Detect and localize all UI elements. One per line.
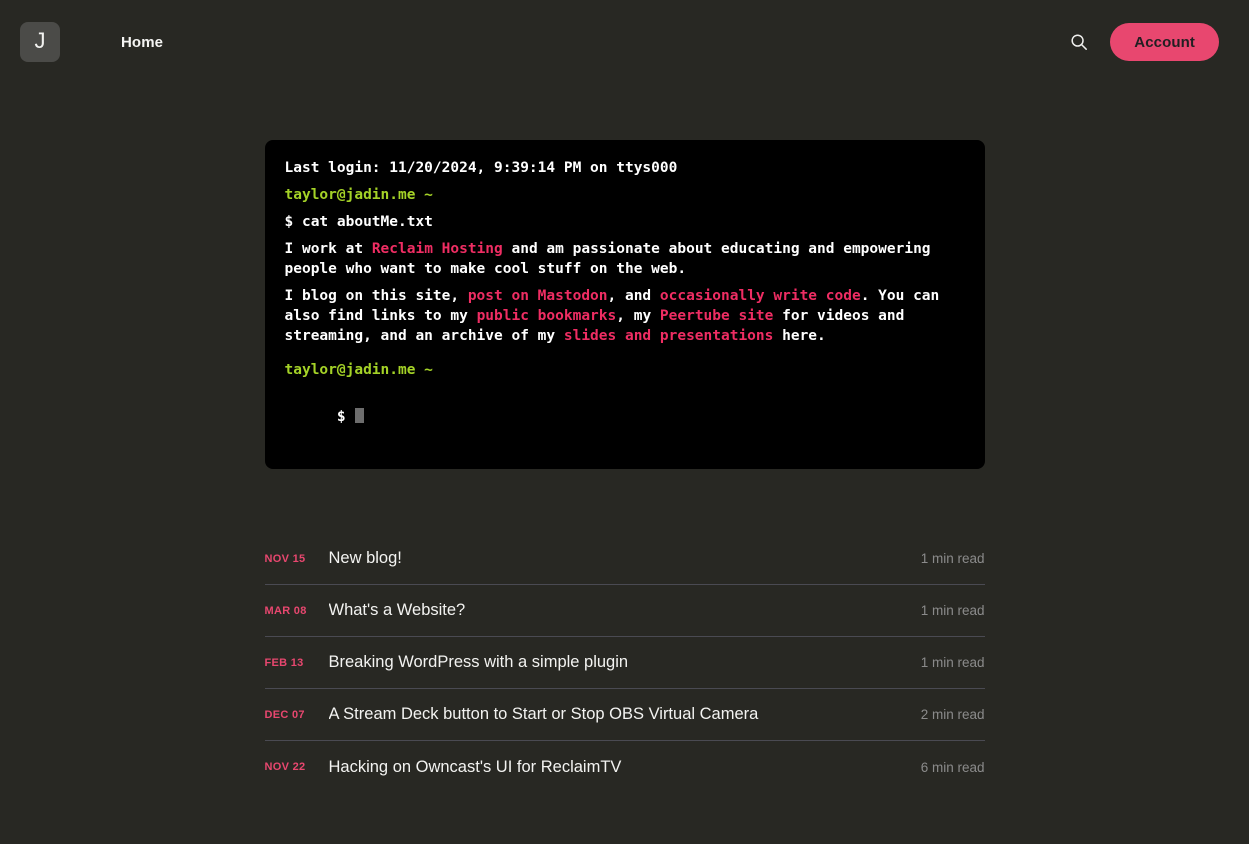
site-header: J Home Account — [0, 0, 1249, 84]
about-text-1: I work at — [284, 241, 372, 257]
post-date: MAR 08 — [264, 604, 307, 617]
terminal-cursor — [354, 408, 364, 423]
post-list-item[interactable]: MAR 08 What's a Website? 1 min read — [264, 585, 985, 637]
post-title: A Stream Deck button to Start or Stop OB… — [328, 705, 759, 723]
post-title: Breaking WordPress with a simple plugin — [328, 653, 629, 671]
post-title: New blog! — [328, 549, 402, 567]
post-list-item[interactable]: NOV 15 New blog! 1 min read — [264, 533, 985, 585]
terminal-card: Last login: 11/20/2024, 9:39:14 PM on tt… — [264, 140, 985, 469]
post-read-time: 6 min read — [920, 759, 985, 775]
post-date: DEC 07 — [264, 708, 305, 721]
post-read-time: 1 min read — [920, 603, 985, 618]
terminal-prompt-host: taylor@jadin.me ~ — [284, 187, 433, 203]
links-text-6: here. — [773, 328, 826, 344]
links-text-1: I blog on this site, — [284, 288, 468, 304]
terminal-command: $ cat aboutMe.txt — [284, 214, 433, 230]
primary-navigation: Home — [121, 34, 163, 51]
post-title: What's a Website? — [328, 601, 466, 619]
links-text-4: , my — [616, 308, 660, 324]
post-list-item[interactable]: FEB 13 Breaking WordPress with a simple … — [264, 637, 985, 689]
post-date: NOV 22 — [264, 761, 306, 773]
search-icon — [1070, 33, 1088, 51]
link-slides-and-presentations[interactable]: slides and presentations — [564, 328, 774, 344]
post-title: Hacking on Owncast's UI for ReclaimTV — [328, 757, 622, 776]
link-write-code[interactable]: occasionally write code — [660, 288, 861, 304]
post-date: NOV 15 — [264, 552, 306, 565]
terminal-prompt-host-2: taylor@jadin.me ~ — [284, 362, 433, 378]
terminal-paragraph-links: I blog on this site, post on Mastodon, a… — [285, 286, 965, 346]
terminal-last-login: Last login: 11/20/2024, 9:39:14 PM on tt… — [284, 160, 678, 176]
post-read-time: 1 min read — [920, 655, 985, 670]
search-button[interactable] — [1066, 29, 1092, 55]
links-text-2: , and — [607, 288, 660, 304]
post-list: NOV 15 New blog! 1 min read MAR 08 What'… — [264, 533, 985, 793]
post-list-item[interactable]: DEC 07 A Stream Deck button to Start or … — [264, 689, 985, 741]
site-logo[interactable]: J — [20, 22, 60, 62]
terminal-input-line: $ — [285, 387, 965, 447]
j-logo-icon: J — [34, 28, 46, 53]
post-read-time: 2 min read — [920, 707, 985, 722]
link-public-bookmarks[interactable]: public bookmarks — [477, 308, 617, 324]
post-date: FEB 13 — [264, 656, 304, 669]
nav-item-home[interactable]: Home — [121, 34, 163, 51]
link-reclaim-hosting[interactable]: Reclaim Hosting — [372, 241, 503, 257]
page-content: Last login: 11/20/2024, 9:39:14 PM on tt… — [264, 84, 985, 844]
link-post-on-mastodon[interactable]: post on Mastodon — [468, 288, 608, 304]
link-peertube-site[interactable]: Peertube site — [660, 308, 774, 324]
terminal-prompt-symbol: $ — [336, 409, 346, 425]
account-button[interactable]: Account — [1110, 23, 1219, 61]
post-read-time: 1 min read — [920, 551, 985, 566]
terminal-paragraph-about: I work at Reclaim Hosting and am passion… — [285, 239, 965, 279]
post-list-item[interactable]: NOV 22 Hacking on Owncast's UI for Recla… — [265, 741, 985, 793]
header-actions: Account — [1066, 23, 1219, 61]
